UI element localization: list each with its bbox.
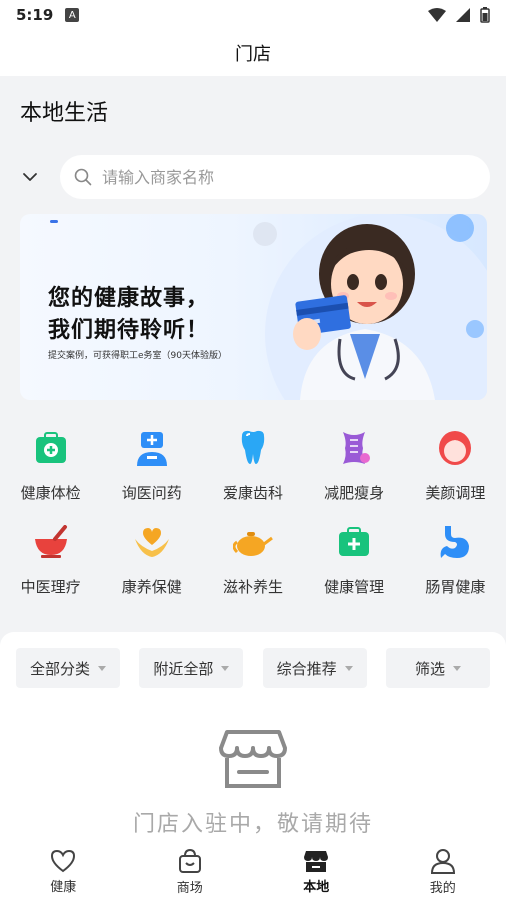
store-icon: [304, 850, 329, 872]
caret-down-icon: [98, 665, 106, 671]
filter-label: 附近全部: [153, 659, 214, 678]
promo-banner[interactable]: 您的健康故事， 我们期待聆听！ 提交案例，可获得职工e务室（90天体验版）: [20, 214, 487, 400]
category-tcm-therapy[interactable]: 中医理疗: [0, 522, 101, 602]
category-beauty[interactable]: 美颜调理: [405, 428, 506, 508]
category-wellness-care[interactable]: 康养保健: [101, 522, 202, 602]
category-consult-doctor[interactable]: 询医问药: [101, 428, 202, 508]
filter-label: 筛选: [414, 659, 445, 678]
heart-outline-icon: [51, 849, 76, 872]
page-title: 门店: [235, 44, 271, 65]
health-bag-icon: [334, 522, 374, 562]
corset-icon: [334, 428, 374, 468]
filter-category[interactable]: 全部分类: [16, 648, 120, 688]
face-icon: [435, 428, 475, 468]
banner-headline-1: 您的健康故事，: [48, 286, 210, 311]
category-gut-health[interactable]: 肠胃健康: [405, 522, 506, 602]
category-label: 康养保健: [121, 578, 182, 596]
caret-down-icon: [344, 665, 353, 671]
category-label: 询医问药: [121, 484, 182, 502]
signal-icon: [456, 8, 470, 22]
tab-mall[interactable]: 商场: [127, 843, 254, 900]
category-label: 爱康齿科: [222, 484, 283, 502]
category-label: 美颜调理: [425, 484, 486, 502]
banner-doctor-illustration: [253, 214, 487, 400]
carousel-indicator: [50, 220, 58, 223]
category-label: 中医理疗: [20, 578, 81, 596]
tab-label: 商场: [176, 880, 203, 896]
category-label: 减肥瘦身: [324, 484, 385, 502]
tab-label: 我的: [429, 880, 456, 896]
battery-icon: [480, 7, 490, 23]
location-dropdown-button[interactable]: [0, 154, 60, 200]
search-row: [0, 154, 506, 200]
status-time: 5:19: [16, 6, 54, 24]
category-label: 滋补养生: [222, 578, 283, 596]
tab-health[interactable]: 健康: [0, 843, 127, 900]
tab-label: 健康: [50, 879, 77, 895]
category-weight-loss[interactable]: 减肥瘦身: [304, 428, 405, 508]
category-dental[interactable]: 爱康齿科: [202, 428, 303, 508]
medical-kit-icon: [31, 428, 71, 468]
mortar-icon: [31, 522, 71, 562]
category-label: 健康体检: [20, 484, 81, 502]
empty-store-icon: [219, 730, 287, 788]
banner-headline-2: 我们期待聆听！: [48, 318, 210, 343]
shopping-bag-icon: [178, 848, 201, 873]
person-icon: [430, 848, 455, 874]
chevron-down-icon: [23, 173, 37, 181]
caret-down-icon: [452, 665, 461, 671]
bottom-tab-bar: 健康 商场 本地 我的: [0, 843, 506, 900]
search-bar[interactable]: [60, 155, 490, 199]
banner-subtitle: 提交案例，可获得职工e务室（90天体验版）: [48, 351, 227, 361]
store-list-panel: 全部分类 附近全部 综合推荐 筛选 门店入驻中，敬请期待: [0, 632, 506, 843]
wifi-icon: [428, 8, 446, 22]
tab-local[interactable]: 本地: [253, 843, 380, 900]
doctor-icon: [132, 428, 172, 468]
filter-sort[interactable]: 综合推荐: [262, 648, 367, 688]
category-health-management[interactable]: 健康管理: [304, 522, 405, 602]
empty-state-text: 门店入驻中，敬请期待: [132, 812, 373, 837]
category-health-checkup[interactable]: 健康体检: [0, 428, 101, 508]
filter-screen[interactable]: 筛选: [385, 648, 490, 688]
category-nourishing[interactable]: 滋补养生: [202, 522, 303, 602]
category-label: 肠胃健康: [425, 578, 486, 596]
filter-bar: 全部分类 附近全部 综合推荐 筛选: [16, 648, 490, 688]
filter-label: 综合推荐: [276, 659, 337, 678]
tab-label: 本地: [303, 879, 330, 895]
category-grid: 健康体检 询医问药 爱康齿科 减肥瘦身 美颜调理 中医理疗 康养保健 滋补养生 …: [0, 428, 506, 602]
caret-down-icon: [221, 665, 230, 671]
stomach-icon: [435, 522, 475, 562]
filter-label: 全部分类: [29, 659, 90, 678]
nav-bar: 门店: [0, 30, 506, 76]
heart-hands-icon: [132, 522, 172, 562]
status-bar: 5:19 A: [0, 0, 506, 30]
section-title: 本地生活: [20, 101, 109, 126]
search-input[interactable]: [102, 167, 462, 187]
notification-badge: A: [65, 8, 80, 22]
teapot-icon: [232, 522, 273, 562]
tab-mine[interactable]: 我的: [380, 843, 506, 900]
category-label: 健康管理: [324, 578, 385, 596]
filter-nearby[interactable]: 附近全部: [139, 648, 244, 688]
tooth-icon: [233, 428, 273, 468]
search-icon: [74, 168, 92, 186]
section-header: 本地生活: [0, 76, 506, 146]
